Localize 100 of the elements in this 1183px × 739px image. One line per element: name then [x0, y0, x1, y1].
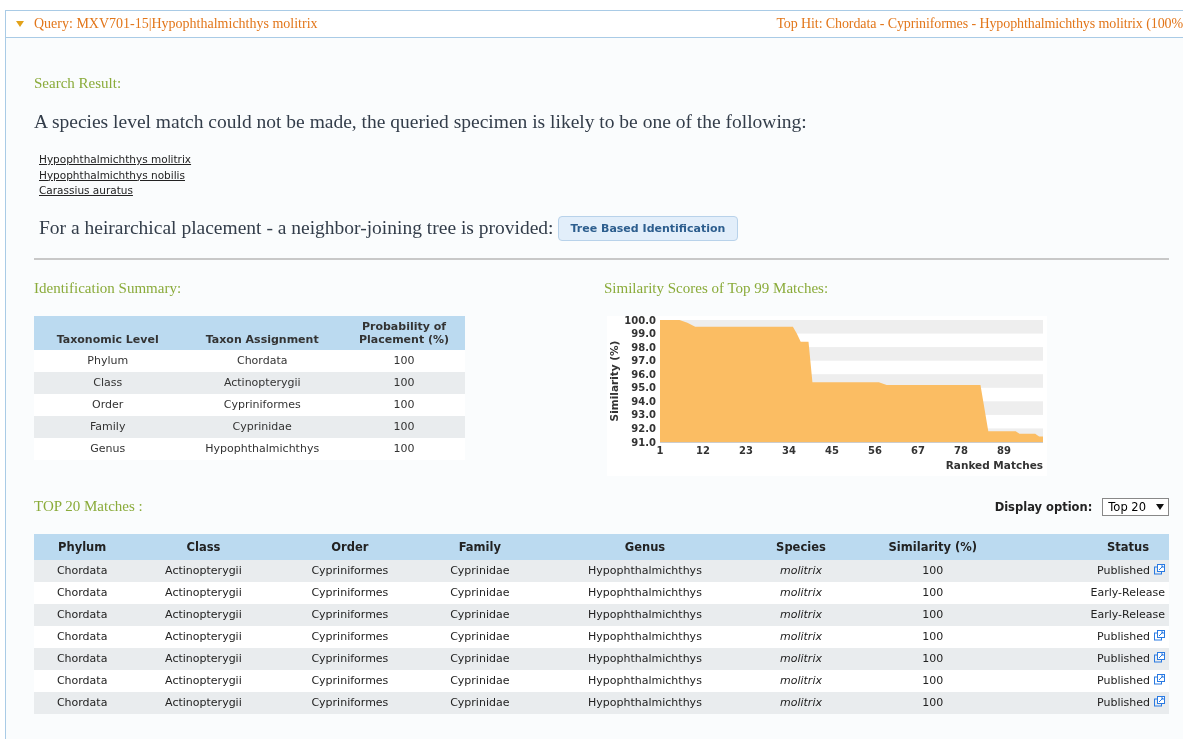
- species-link[interactable]: Hypophthalmichthys nobilis: [39, 167, 185, 183]
- column-header: Probability of Placement (%): [343, 315, 465, 350]
- table-cell: Cyprinidae: [423, 625, 537, 648]
- external-link-icon[interactable]: [1154, 696, 1165, 707]
- table-cell: Cypriniformes: [276, 647, 424, 670]
- table-cell: Chordata: [34, 647, 131, 670]
- external-link-icon[interactable]: [1154, 674, 1165, 685]
- table-cell: 100: [343, 349, 465, 372]
- table-cell: Cyprinidae: [423, 669, 537, 692]
- table-cell: Actinopterygii: [130, 647, 277, 670]
- status-cell: Early-Release: [1017, 581, 1169, 604]
- table-cell: 100: [343, 437, 465, 460]
- table-cell: Chordata: [181, 349, 343, 372]
- status-cell: Published: [1017, 691, 1169, 714]
- section-heading: Identification Summary:: [34, 279, 183, 297]
- y-tick-label: 97.0: [631, 354, 656, 366]
- y-tick-label: 98.0: [631, 341, 656, 353]
- table-cell: 100: [343, 393, 465, 416]
- status-cell: Early-Release: [1017, 603, 1169, 626]
- table-cell: Actinopterygii: [130, 559, 277, 582]
- table-cell: 100: [343, 371, 465, 394]
- external-link-icon[interactable]: [1154, 564, 1165, 575]
- table-cell: 100: [848, 691, 1018, 714]
- result-message: A species level match could not be made, the queried specimen is likely to be one of the following:: [34, 111, 808, 133]
- table-cell: Actinopterygii: [130, 691, 277, 714]
- tree-description: For a heirarchical placement - a neighbor-joining tree is provided:: [39, 217, 554, 239]
- status-cell: Published: [1017, 647, 1169, 670]
- x-axis-label: Ranked Matches: [945, 458, 1043, 471]
- y-tick-label: 99.0: [631, 327, 656, 339]
- table-cell: Chordata: [34, 603, 131, 626]
- species-link[interactable]: Carassius auratus: [39, 183, 133, 199]
- table-cell: Class: [34, 371, 182, 394]
- table-cell: Cypriniformes: [276, 559, 424, 582]
- table-cell: Cypriniformes: [276, 581, 424, 604]
- column-header: Genus: [536, 533, 754, 560]
- column-header: Taxon Assignment: [181, 315, 343, 350]
- table-cell: Hypophthalmichthys: [536, 581, 754, 604]
- external-link-icon[interactable]: [1154, 630, 1165, 641]
- x-tick-label: 1: [656, 444, 664, 456]
- x-tick-label: 12: [696, 444, 710, 456]
- table-cell: Cypriniformes: [276, 603, 424, 626]
- table-cell: Hypophthalmichthys: [536, 691, 754, 714]
- table-cell: Actinopterygii: [181, 371, 343, 394]
- query-title: Query: MXV701-15|Hypophthalmichthys molitrix: [34, 16, 318, 32]
- table-cell: Hypophthalmichthys: [536, 625, 754, 648]
- table-cell: Actinopterygii: [130, 625, 277, 648]
- column-header: Similarity (%): [848, 533, 1018, 560]
- table-cell: Cypriniformes: [276, 625, 424, 648]
- tree-identification-button[interactable]: Tree Based Identification: [557, 215, 739, 241]
- table-cell: 100: [343, 415, 465, 438]
- y-tick-label: 92.0: [631, 422, 656, 434]
- external-link-icon[interactable]: [1154, 652, 1165, 663]
- table-cell: Chordata: [34, 559, 131, 582]
- y-tick-label: 95.0: [631, 381, 656, 393]
- y-tick-label: 94.0: [631, 395, 656, 407]
- x-tick-label: 67: [911, 444, 925, 456]
- y-tick-label: 96.0: [631, 368, 656, 380]
- chart-title: Similarity Scores of Top 99 Matches:: [604, 279, 830, 297]
- table-cell: Chordata: [34, 581, 131, 604]
- top-hit-text: Top Hit: Chordata - Cypriniformes - Hypophthalmichthys molitrix (100%: [776, 16, 1183, 32]
- column-header: Family: [423, 533, 537, 560]
- caret-icon[interactable]: [1156, 503, 1164, 510]
- table-cell: Genus: [34, 437, 182, 460]
- table-cell: 100: [848, 581, 1018, 604]
- table-cell: Cyprinidae: [423, 647, 537, 670]
- status-cell: Published: [1017, 559, 1169, 582]
- table-cell: Hypophthalmichthys: [536, 669, 754, 692]
- display-option-select[interactable]: Top 20: [1102, 497, 1169, 516]
- column-header: Class: [130, 533, 277, 560]
- table-cell: Actinopterygii: [130, 581, 277, 604]
- table-cell: Cyprinidae: [423, 691, 537, 714]
- y-axis-label: Similarity (%): [608, 340, 620, 421]
- table-cell: 100: [848, 625, 1018, 648]
- column-header: Status: [1017, 533, 1169, 560]
- y-tick-label: 93.0: [631, 408, 656, 420]
- table-cell: Cyprinidae: [423, 559, 537, 582]
- x-tick-label: 56: [868, 444, 882, 456]
- y-tick-label: 91.0: [631, 436, 656, 447]
- table-cell: Actinopterygii: [130, 669, 277, 692]
- section-heading: Search Result:: [34, 75, 123, 92]
- species-link[interactable]: Hypophthalmichthys molitrix: [39, 152, 192, 168]
- display-option-label: Display option:: [994, 499, 1093, 514]
- table-cell: Cyprinidae: [181, 415, 343, 438]
- column-header: Phylum: [34, 533, 131, 560]
- table-cell: 100: [848, 647, 1018, 670]
- table-cell: Order: [34, 393, 182, 416]
- table-cell: Family: [34, 415, 182, 438]
- table-cell: Cyprinidae: [423, 603, 537, 626]
- table-cell: Cypriniformes: [276, 669, 424, 692]
- y-tick-label: 100.0: [624, 315, 656, 325]
- x-tick-label: 78: [953, 444, 968, 456]
- x-tick-label: 34: [782, 444, 796, 456]
- table-cell: Hypophthalmichthys: [536, 603, 754, 626]
- status-cell: Published: [1017, 625, 1169, 648]
- x-tick-label: 23: [739, 444, 753, 456]
- table-cell: Cypriniformes: [181, 393, 343, 416]
- table-cell: Cyprinidae: [423, 581, 537, 604]
- table-cell: Hypophthalmichthys: [536, 559, 754, 582]
- table-cell: Chordata: [34, 625, 131, 648]
- table-cell: Hypophthalmichthys: [536, 647, 754, 670]
